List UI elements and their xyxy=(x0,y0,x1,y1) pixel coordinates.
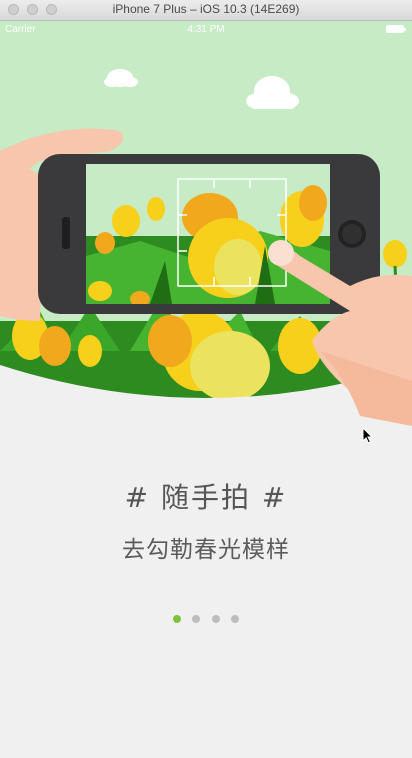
simulator-title-bar: iPhone 7 Plus – iOS 10.3 (14E269) xyxy=(0,0,412,21)
window-title: iPhone 7 Plus – iOS 10.3 (14E269) xyxy=(112,2,300,16)
onboarding-title: # 随手拍 # xyxy=(124,481,288,514)
page-dot[interactable] xyxy=(173,615,182,623)
page-indicator[interactable] xyxy=(0,615,412,625)
page-dot[interactable] xyxy=(230,615,239,623)
battery-icon xyxy=(386,25,406,33)
status-time: 4:31 PM xyxy=(187,24,225,35)
page-dot[interactable] xyxy=(211,615,220,623)
page-dot[interactable] xyxy=(192,615,201,623)
onboarding-subtitle: 去勾勒春光模样 xyxy=(122,537,290,563)
hero-illustration xyxy=(0,21,412,441)
ios-status-bar: Carrier 4:31 PM xyxy=(0,21,412,39)
mouse-pointer-icon xyxy=(362,427,374,444)
